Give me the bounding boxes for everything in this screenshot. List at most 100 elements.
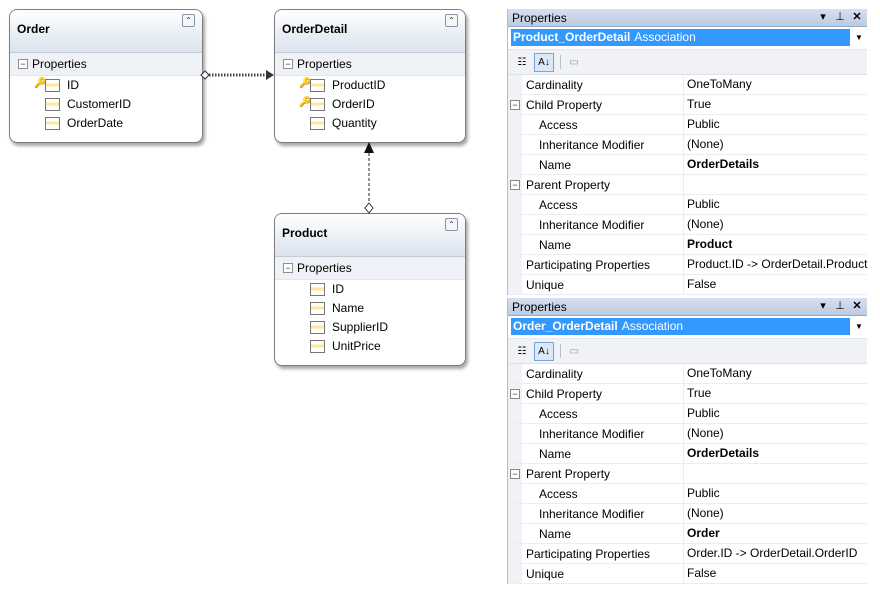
object-selector-value[interactable]: Order_OrderDetail Association [511,318,850,335]
entity-property[interactable]: ID [275,280,465,299]
row-name: Name [539,447,572,461]
row-value[interactable]: (None) [683,215,868,234]
collapse-icon[interactable]: − [510,180,520,190]
row-value[interactable]: Public [683,404,868,423]
row-value[interactable]: Public [683,195,868,214]
entity-product[interactable]: Product ⌃ − Properties ID Name SupplierI… [274,213,466,366]
collapse-icon[interactable]: − [510,389,520,399]
row-value[interactable]: (None) [683,424,868,443]
grid-row[interactable]: Access Public [508,484,867,504]
grid-row[interactable]: − Parent Property [508,464,867,484]
collapse-icon[interactable]: − [510,469,520,479]
entity-property[interactable]: Name [275,299,465,318]
close-icon[interactable]: ✕ [850,299,864,312]
grid-row[interactable]: Name OrderDetails [508,155,867,175]
row-value[interactable]: OrderDetails [683,155,868,174]
entity-property[interactable]: SupplierID [275,318,465,337]
chevron-down-icon[interactable]: ▼ [853,30,865,45]
pin-icon[interactable]: ⊥ [833,10,847,23]
collapse-icon[interactable]: − [510,100,520,110]
property-pages-button[interactable]: ▭ [564,53,584,72]
row-value[interactable]: Order [683,524,868,543]
object-selector[interactable]: Order_OrderDetail Association ▼ [508,316,867,339]
row-value[interactable]: Product [683,235,868,254]
grid-row[interactable]: Inheritance Modifier (None) [508,424,867,444]
row-value[interactable]: Public [683,115,868,134]
object-selector[interactable]: Product_OrderDetail Association ▼ [508,27,867,50]
grid-row[interactable]: Access Public [508,404,867,424]
row-value[interactable] [683,175,868,194]
row-value[interactable]: False [683,275,868,294]
chevron-down-icon[interactable]: ▼ [853,319,865,334]
minus-icon[interactable]: − [283,263,293,273]
categorized-button[interactable]: ☷ [512,342,532,361]
property-pages-button[interactable]: ▭ [564,342,584,361]
dropdown-icon[interactable]: ▾ [816,299,830,312]
row-value[interactable]: False [683,564,868,583]
alphabetical-button[interactable]: A↓ [534,53,554,72]
entity-orderdetail[interactable]: OrderDetail ⌃ − Properties 🔑 ProductID 🔑… [274,9,466,143]
grid-row[interactable]: Inheritance Modifier (None) [508,215,867,235]
collapse-icon[interactable]: ⌃ [445,218,458,231]
entity-property[interactable]: 🔑 ProductID [275,76,465,95]
entity-property[interactable]: Quantity [275,114,465,133]
properties-panel[interactable]: Properties ▾ ⊥ ✕ Product_OrderDetail Asso… [507,9,868,295]
minus-icon[interactable]: − [283,59,293,69]
properties-section[interactable]: − Properties [275,257,465,280]
grid-row[interactable]: Participating Properties Order.ID -> Orde… [508,544,867,564]
row-value[interactable]: Order.ID -> OrderDetail.OrderID [683,544,868,563]
row-value[interactable]: True [683,384,868,403]
grid-row[interactable]: Unique False [508,564,867,584]
row-value[interactable]: Product.ID -> OrderDetail.ProductID [683,255,868,274]
entity-order[interactable]: Order ⌃ − Properties 🔑 ID CustomerID Ord… [9,9,203,143]
alphabetical-button[interactable]: A↓ [534,342,554,361]
grid-row[interactable]: − Child Property True [508,384,867,404]
panel-titlebar[interactable]: Properties ▾ ⊥ ✕ [508,9,867,27]
grid-row[interactable]: Cardinality OneToMany [508,364,867,384]
row-value[interactable]: Public [683,484,868,503]
grid-row[interactable]: Unique False [508,275,867,295]
properties-section[interactable]: − Properties [275,53,465,76]
object-selector-value[interactable]: Product_OrderDetail Association [511,29,850,46]
row-value[interactable]: True [683,95,868,114]
entity-property[interactable]: OrderDate [10,114,202,133]
grid-row[interactable]: Access Public [508,195,867,215]
row-gutter: − [508,95,522,114]
grid-row[interactable]: − Parent Property [508,175,867,195]
entity-property[interactable]: CustomerID [10,95,202,114]
minus-icon[interactable]: − [18,59,28,69]
panel-titlebar[interactable]: Properties ▾ ⊥ ✕ [508,298,867,316]
grid-row[interactable]: Name Product [508,235,867,255]
entity-header[interactable]: Order ⌃ [10,10,202,53]
properties-panel[interactable]: Properties ▾ ⊥ ✕ Order_OrderDetail Associ… [507,298,867,584]
close-icon[interactable]: ✕ [850,10,864,23]
grid-row[interactable]: Cardinality OneToMany [508,75,867,95]
entity-header[interactable]: OrderDetail ⌃ [275,10,465,53]
grid-row[interactable]: Name Order [508,524,867,544]
grid-row[interactable]: Access Public [508,115,867,135]
entity-property[interactable]: UnitPrice [275,337,465,356]
row-value[interactable] [683,464,868,483]
row-value[interactable]: OneToMany [683,364,868,383]
grid-row[interactable]: Inheritance Modifier (None) [508,135,867,155]
row-value[interactable]: (None) [683,135,868,154]
grid-row[interactable]: − Child Property True [508,95,867,115]
categorized-button[interactable]: ☷ [512,53,532,72]
row-value[interactable]: OrderDetails [683,444,868,463]
property-name: SupplierID [332,320,389,334]
entity-property[interactable]: 🔑 OrderID [275,95,465,114]
entity-header[interactable]: Product ⌃ [275,214,465,257]
properties-toolbar: ☷ A↓ ▭ [508,50,867,75]
grid-row[interactable]: Inheritance Modifier (None) [508,504,867,524]
entity-property[interactable]: 🔑 ID [10,76,202,95]
collapse-icon[interactable]: ⌃ [182,14,195,27]
properties-section[interactable]: − Properties [10,53,202,76]
row-value[interactable]: (None) [683,504,868,523]
pin-icon[interactable]: ⊥ [833,299,847,312]
grid-row[interactable]: Name OrderDetails [508,444,867,464]
dropdown-icon[interactable]: ▾ [816,10,830,23]
grid-row[interactable]: Participating Properties Product.ID -> Or… [508,255,868,275]
row-value[interactable]: OneToMany [683,75,868,94]
row-gutter [508,504,522,523]
collapse-icon[interactable]: ⌃ [445,14,458,27]
